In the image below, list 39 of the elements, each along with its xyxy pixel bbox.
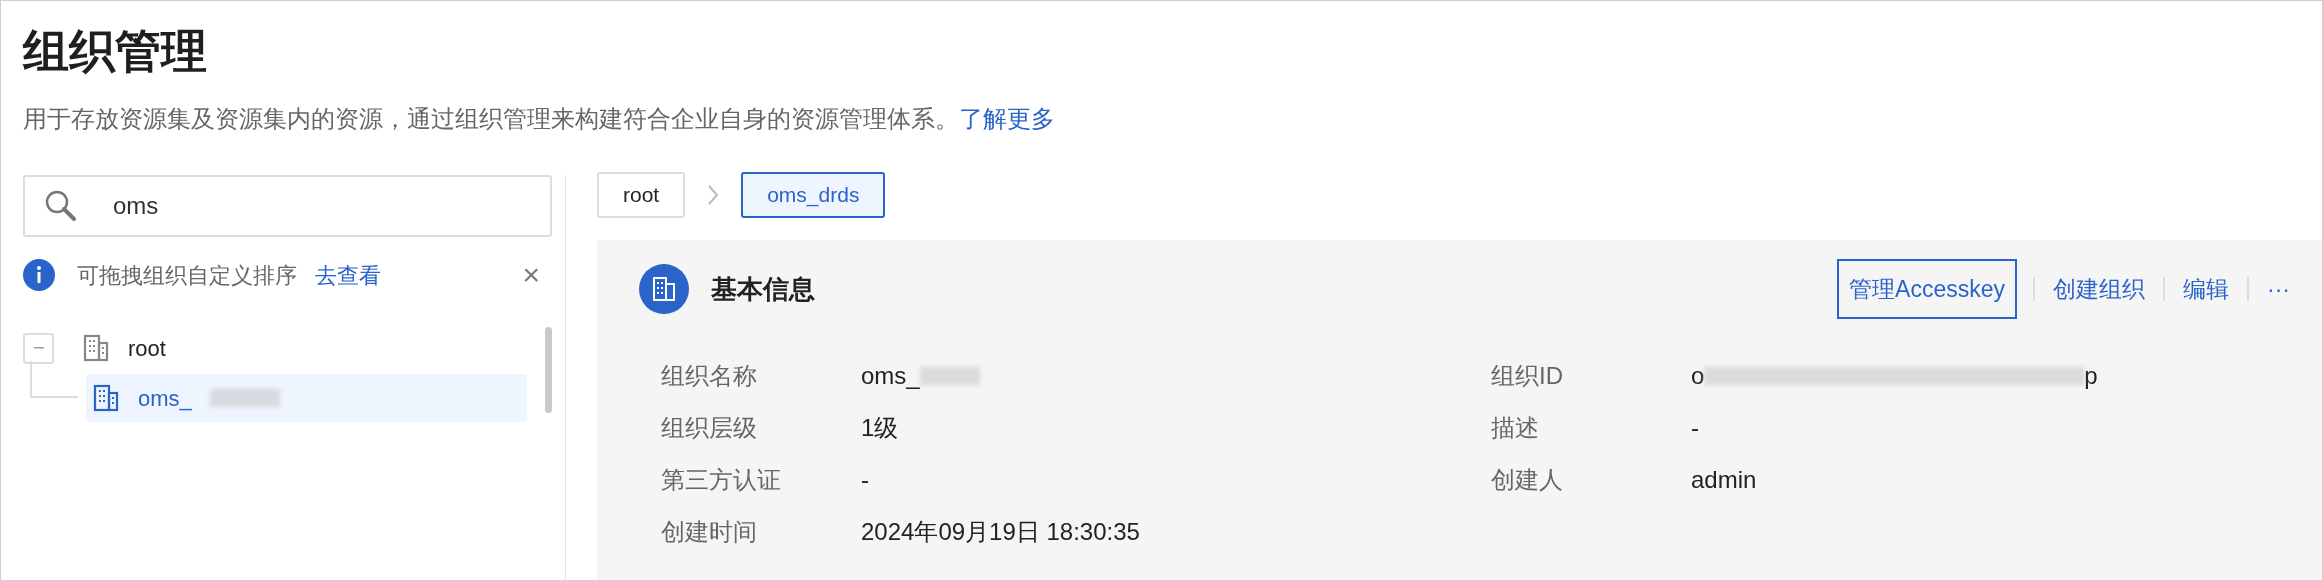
building-icon: [92, 384, 120, 412]
building-icon: [639, 264, 689, 314]
tree-item[interactable]: root: [76, 324, 172, 372]
field-value: -: [1691, 413, 1699, 443]
view-link[interactable]: 去查看: [315, 258, 381, 292]
field-value: admin: [1691, 465, 1757, 495]
field-value: 2024年09月19日 18:30:35: [861, 517, 1140, 547]
learn-more-link[interactable]: 了解更多: [959, 105, 1055, 132]
field-value: o: [1691, 361, 1705, 391]
info-icon: [23, 259, 55, 291]
collapse-toggle[interactable]: [23, 332, 54, 364]
section-title: 基本信息: [711, 272, 815, 306]
breadcrumb-item[interactable]: root: [597, 172, 686, 218]
field-label: 组织ID: [1491, 361, 1564, 391]
field-value: 1级: [861, 413, 899, 443]
field-label: 创建时间: [661, 517, 758, 547]
more-button[interactable]: ···: [2265, 259, 2292, 319]
field-value: -: [861, 465, 869, 495]
building-icon: [82, 334, 110, 362]
field-value: oms_: [861, 361, 920, 391]
action-link[interactable]: 创建组织: [2051, 259, 2147, 319]
search-field[interactable]: oms: [23, 175, 552, 237]
field-label: 组织层级: [661, 413, 758, 443]
field-label: 创建人: [1491, 465, 1564, 495]
breadcrumb-item[interactable]: oms_drds: [741, 172, 886, 218]
action-link[interactable]: 编辑: [2181, 259, 2231, 319]
scrollbar[interactable]: [545, 327, 552, 413]
action-link[interactable]: 管理Accesskey: [1837, 259, 2017, 319]
field-label: 组织名称: [661, 361, 758, 391]
tree-connector-line: [30, 361, 78, 398]
tree-item[interactable]: oms_: [86, 374, 527, 422]
field-label: 第三方认证: [661, 465, 782, 495]
page-description: 用于存放资源集及资源集内的资源，通过组织管理来构建符合企业自身的资源管理体系。: [23, 105, 959, 132]
notice-text: 可拖拽组织自定义排序: [77, 261, 297, 290]
close-button[interactable]: ×: [522, 260, 540, 290]
search-icon: [43, 188, 79, 224]
field-value: p: [2084, 361, 2098, 391]
field-label: 描述: [1491, 413, 1540, 443]
page-title: 组织管理: [23, 24, 208, 79]
